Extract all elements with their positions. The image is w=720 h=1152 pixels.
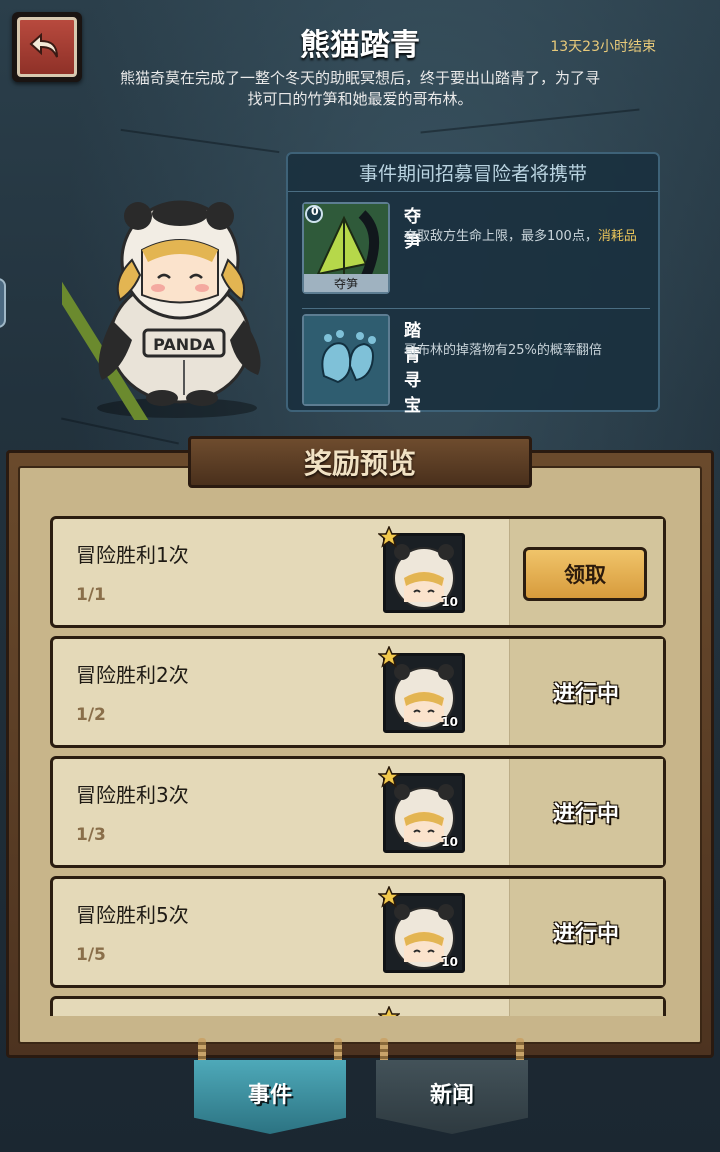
star-badge-icon: [378, 526, 400, 548]
reward-status: 进行中: [552, 922, 619, 947]
event-bonus-panel: 事件期间招募冒险者将携带 0 夺笋 夺笋 夺取敌方生命上限，最多100点，消耗品: [286, 152, 660, 416]
consumable-tag: 消耗品: [597, 229, 637, 244]
skill-description: 夺取敌方生命上限，最多100点，消耗品: [404, 228, 644, 245]
reward-list[interactable]: 冒险胜利1次 1/1 10 领取 冒险胜利2次 1/2 10 进行中 冒险胜利3…: [50, 516, 668, 1016]
bamboo-shoot-card-icon: 0 夺笋: [302, 202, 390, 294]
bonus-panel-heading: 事件期间招募冒险者将携带: [288, 154, 658, 192]
reward-condition: 冒险胜利1次: [76, 543, 189, 567]
reward-progress: 1/5: [76, 945, 106, 965]
side-handle[interactable]: [0, 278, 6, 328]
event-description: 熊猫奇莫在完成了一整个冬天的助眠冥想后，终于要出山踏青了，为了寻找可口的竹笋和她…: [120, 69, 601, 108]
tab-news[interactable]: 新闻: [376, 1060, 528, 1134]
reward-status: 进行中: [552, 682, 619, 707]
reward-title: 奖励预览: [188, 436, 532, 488]
star-badge-icon: [378, 1006, 400, 1016]
tab-event[interactable]: 事件: [194, 1060, 346, 1134]
reward-row: 冒险胜利1次 1/1 10 领取: [50, 516, 666, 628]
reward-progress: 1/2: [76, 705, 106, 725]
reward-count: 10: [441, 835, 458, 849]
reward-condition: 冒险胜利5次: [76, 903, 189, 927]
reward-count: 10: [441, 595, 458, 609]
reward-condition: 冒险胜利2次: [76, 663, 189, 687]
star-badge-icon: [378, 766, 400, 788]
star-badge-icon: [378, 886, 400, 908]
claim-button[interactable]: 领取: [523, 547, 647, 601]
tab-news-label: 新闻: [429, 1083, 474, 1108]
skill-description-main: 夺取敌方生命上限，最多100点，: [404, 229, 598, 244]
reward-row: 冒险胜利2次 1/2 10 进行中: [50, 636, 666, 748]
reward-row: 冒险胜利3次 1/3 10 进行中: [50, 756, 666, 868]
card-label: 夺笋: [333, 277, 358, 291]
reward-progress: 1/1: [76, 585, 106, 605]
event-timer: 13天23小时结束: [550, 39, 656, 55]
reward-condition: 冒险胜利3次: [76, 783, 189, 807]
svg-text:PANDA: PANDA: [153, 335, 215, 354]
reward-row: [50, 996, 666, 1016]
skill-name: 踏青寻宝: [404, 321, 421, 416]
panda-hero-portrait: PANDA: [62, 200, 261, 420]
reward-count: 10: [441, 715, 458, 729]
skill-description: 哥布林的掉落物有25%的概率翻倍: [404, 343, 602, 358]
reward-count: 10: [441, 955, 458, 969]
reward-row: 冒险胜利5次 1/5 10 进行中: [50, 876, 666, 988]
reward-progress: 1/3: [76, 825, 106, 845]
card-cost: 0: [311, 205, 319, 218]
footprint-icon: [302, 314, 390, 406]
tab-event-label: 事件: [247, 1083, 292, 1108]
star-badge-icon: [378, 646, 400, 668]
reward-status: 进行中: [552, 802, 619, 827]
divider: [302, 308, 650, 309]
